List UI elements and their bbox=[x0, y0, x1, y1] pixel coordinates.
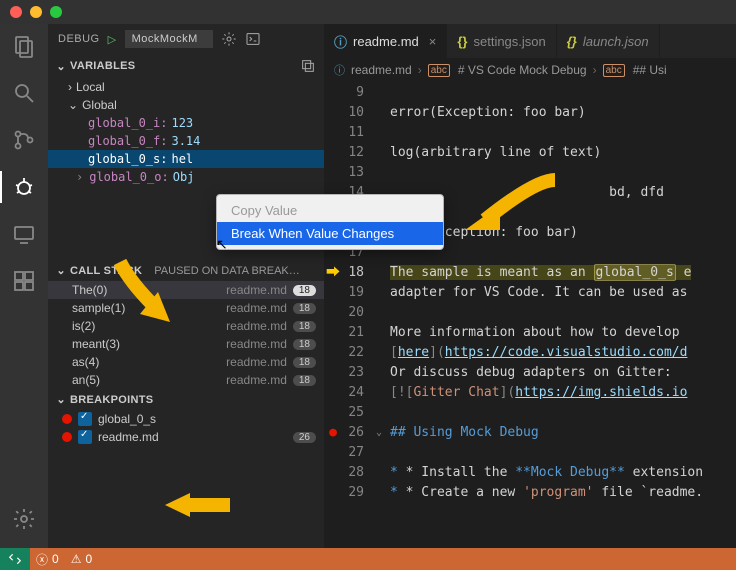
remote-explorer-icon[interactable] bbox=[12, 222, 36, 249]
stack-frame[interactable]: as(4)readme.md18 bbox=[48, 353, 324, 371]
zoom-window-icon[interactable] bbox=[50, 6, 62, 18]
string-icon: abc bbox=[428, 64, 450, 77]
ctx-copy-value[interactable]: Copy Value bbox=[217, 199, 443, 222]
gear-icon[interactable] bbox=[221, 31, 237, 47]
chevron-down-icon: ⌄ bbox=[56, 393, 66, 406]
chevron-down-icon: ⌄ bbox=[56, 264, 66, 277]
source-control-icon[interactable] bbox=[12, 128, 36, 155]
breakpoint-dot-icon bbox=[62, 432, 72, 442]
collapse-all-icon[interactable] bbox=[300, 58, 316, 74]
breakpoint-row[interactable]: readme.md 26 bbox=[48, 428, 324, 446]
close-icon[interactable]: × bbox=[429, 34, 437, 49]
scope-local[interactable]: ›Local bbox=[48, 78, 324, 96]
string-icon: abc bbox=[603, 64, 625, 77]
breakpoints-title: BREAKPOINTS bbox=[70, 394, 153, 406]
debug-icon[interactable] bbox=[12, 175, 36, 202]
search-icon[interactable] bbox=[12, 81, 36, 108]
status-bar: ⓧ0 ⚠0 bbox=[0, 548, 736, 570]
debug-label: DEBUG bbox=[58, 33, 100, 45]
breakpoint-checkbox[interactable] bbox=[78, 412, 92, 426]
tab-launch[interactable]: {}launch.json bbox=[557, 24, 660, 58]
code-editor[interactable]: 9 10error(Exception: foo bar) 11 12log(a… bbox=[324, 83, 736, 548]
stack-frame[interactable]: meant(3)readme.md18 bbox=[48, 335, 324, 353]
debug-config-select[interactable]: MockMockM bbox=[125, 30, 213, 48]
stack-frame[interactable]: an(5)readme.md18 bbox=[48, 371, 324, 389]
start-debug-icon[interactable]: ▷ bbox=[108, 33, 117, 46]
json-icon: {} bbox=[457, 34, 467, 49]
breakpoint-dot-icon bbox=[62, 414, 72, 424]
explorer-icon[interactable] bbox=[12, 34, 36, 61]
variables-title: VARIABLES bbox=[70, 60, 135, 72]
variable-row-selected[interactable]: global_0_s: hel bbox=[48, 150, 324, 168]
window-titlebar bbox=[0, 0, 736, 24]
info-icon: ⓘ bbox=[334, 62, 345, 78]
debug-console-icon[interactable] bbox=[245, 31, 261, 47]
breakpoint-gutter-icon[interactable]: ● bbox=[324, 423, 342, 443]
variable-row[interactable]: global_0_i: 123 bbox=[48, 114, 324, 132]
settings-gear-icon[interactable] bbox=[12, 507, 36, 534]
variable-row[interactable]: global_0_f: 3.14 bbox=[48, 132, 324, 150]
editor-tabs: ⓘreadme.md× {}settings.json {}launch.jso… bbox=[324, 24, 736, 58]
ctx-break-on-value-change[interactable]: Break When Value Changes bbox=[217, 222, 443, 245]
context-menu: Copy Value Break When Value Changes bbox=[216, 194, 444, 250]
breadcrumb[interactable]: ⓘreadme.md ›abc# VS Code Mock Debug ›abc… bbox=[324, 58, 736, 83]
json-icon: {} bbox=[567, 34, 577, 49]
annotation-arrow-icon bbox=[445, 170, 565, 240]
status-warnings[interactable]: ⚠0 bbox=[65, 552, 98, 566]
variable-row[interactable]: ›global_0_o: Obj bbox=[48, 168, 324, 186]
minimize-window-icon[interactable] bbox=[30, 6, 42, 18]
debug-toolbar: DEBUG ▷ MockMockM bbox=[48, 24, 324, 54]
current-frame-icon: ⮕ bbox=[324, 263, 342, 283]
variables-pane-header[interactable]: ⌄ VARIABLES bbox=[48, 54, 324, 78]
annotation-arrow-icon bbox=[100, 252, 190, 332]
error-icon: ⓧ bbox=[36, 551, 48, 568]
tab-readme[interactable]: ⓘreadme.md× bbox=[324, 24, 447, 58]
close-window-icon[interactable] bbox=[10, 6, 22, 18]
activity-bar bbox=[0, 24, 48, 548]
info-icon: ⓘ bbox=[334, 32, 347, 51]
breakpoint-checkbox[interactable] bbox=[78, 430, 92, 444]
extensions-icon[interactable] bbox=[12, 269, 36, 296]
scope-global[interactable]: ⌄Global bbox=[48, 96, 324, 114]
cursor-icon: ↖ bbox=[216, 236, 228, 253]
tab-settings[interactable]: {}settings.json bbox=[447, 24, 556, 58]
annotation-arrow-icon bbox=[160, 485, 240, 525]
chevron-down-icon: ⌄ bbox=[56, 60, 66, 73]
editor-group: ⓘreadme.md× {}settings.json {}launch.jso… bbox=[324, 24, 736, 548]
breakpoints-pane-header[interactable]: ⌄ BREAKPOINTS bbox=[48, 389, 324, 410]
status-errors[interactable]: ⓧ0 bbox=[30, 551, 65, 568]
breakpoint-row[interactable]: global_0_s bbox=[48, 410, 324, 428]
warning-icon: ⚠ bbox=[71, 552, 82, 566]
remote-indicator[interactable] bbox=[0, 548, 30, 570]
